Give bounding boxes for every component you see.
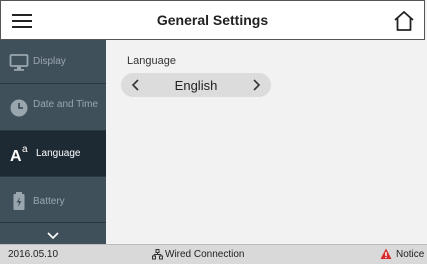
language-selector[interactable]: English xyxy=(121,73,271,97)
connection-status: Wired Connection xyxy=(165,249,245,260)
sidebar-item-label: Date and Time xyxy=(33,99,99,110)
sidebar-item-label: Battery xyxy=(33,196,65,207)
svg-text:a: a xyxy=(22,144,28,155)
sidebar-item-battery[interactable]: Battery xyxy=(0,177,106,223)
sidebar-item-language[interactable]: A a Language xyxy=(0,131,106,177)
header-bar: General Settings xyxy=(0,0,425,40)
sidebar-item-label: Display xyxy=(33,56,66,67)
language-label: Language xyxy=(127,55,176,67)
sidebar: Display Date and Time A a Language Batte… xyxy=(0,40,106,244)
status-date: 2016.05.10 xyxy=(8,249,59,260)
sidebar-item-display[interactable]: Display xyxy=(0,40,106,84)
battery-icon xyxy=(9,191,29,211)
svg-text:A: A xyxy=(10,148,22,163)
sidebar-item-label: Language xyxy=(36,148,81,159)
warning-icon[interactable] xyxy=(380,248,392,260)
language-icon: A a xyxy=(10,143,32,165)
main-panel: Language English xyxy=(106,40,427,244)
notice-label[interactable]: Notice xyxy=(396,249,424,260)
status-bar: 2016.05.10 Wired Connection Notice xyxy=(0,244,427,264)
monitor-icon xyxy=(9,52,29,72)
sidebar-item-date-time[interactable]: Date and Time xyxy=(0,84,106,131)
home-icon[interactable] xyxy=(392,9,416,33)
clock-icon xyxy=(9,98,29,118)
chevron-right-icon[interactable] xyxy=(248,77,264,93)
page-title: General Settings xyxy=(156,12,269,28)
chevron-down-icon[interactable] xyxy=(44,229,62,241)
network-icon xyxy=(152,249,163,260)
